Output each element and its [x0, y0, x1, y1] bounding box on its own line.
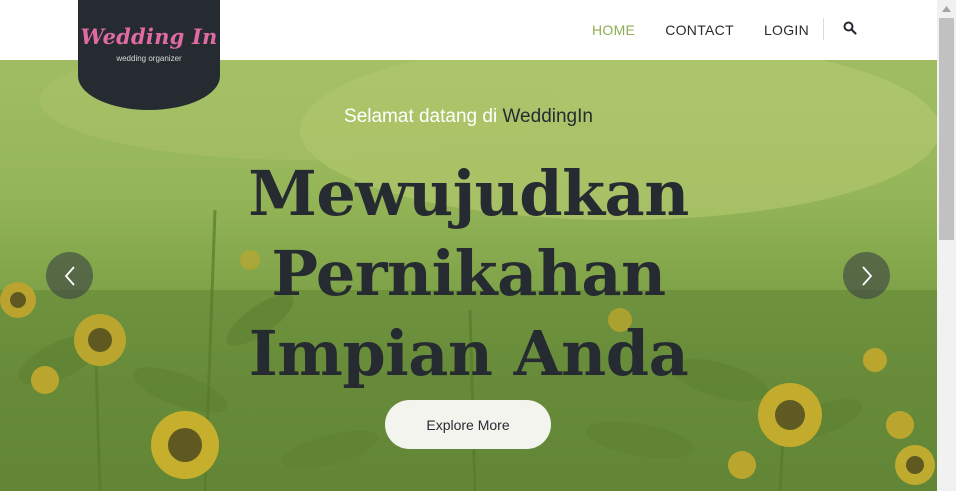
nav-login-link[interactable]: LOGIN	[764, 22, 809, 38]
slider-prev-button[interactable]	[46, 252, 93, 299]
hero-slider: Selamat datang di WeddingIn Mewujudkan P…	[0, 60, 937, 491]
site-logo[interactable]: Wedding In wedding organizer	[78, 0, 220, 110]
nav-contact-link[interactable]: CONTACT	[665, 22, 734, 38]
slider-next-button[interactable]	[843, 252, 890, 299]
main-nav: HOME CONTACT LOGIN	[578, 0, 839, 60]
greeting-brand: WeddingIn	[502, 106, 593, 127]
scroll-up-arrow-icon[interactable]	[937, 0, 956, 17]
search-icon[interactable]	[843, 20, 859, 36]
logo-title: Wedding In	[80, 24, 218, 49]
chevron-left-icon	[64, 265, 75, 286]
headline-line-3: Impian Anda	[248, 317, 689, 390]
scrollbar-thumb[interactable]	[939, 18, 954, 240]
page: HOME CONTACT LOGIN Wedding In wedding or…	[0, 0, 956, 491]
headline-line-1: Mewujudkan	[248, 157, 689, 230]
nav-home-link[interactable]: HOME	[592, 22, 635, 38]
chevron-right-icon	[861, 265, 872, 286]
nav-divider	[823, 18, 824, 40]
hero-headline: Mewujudkan Pernikahan Impian Anda	[0, 154, 937, 394]
explore-more-button[interactable]: Explore More	[385, 400, 551, 449]
greeting-prefix: Selamat datang di	[344, 106, 498, 127]
headline-line-2: Pernikahan	[271, 237, 666, 310]
logo-subtitle: wedding organizer	[116, 54, 182, 63]
vertical-scrollbar[interactable]	[937, 0, 956, 491]
